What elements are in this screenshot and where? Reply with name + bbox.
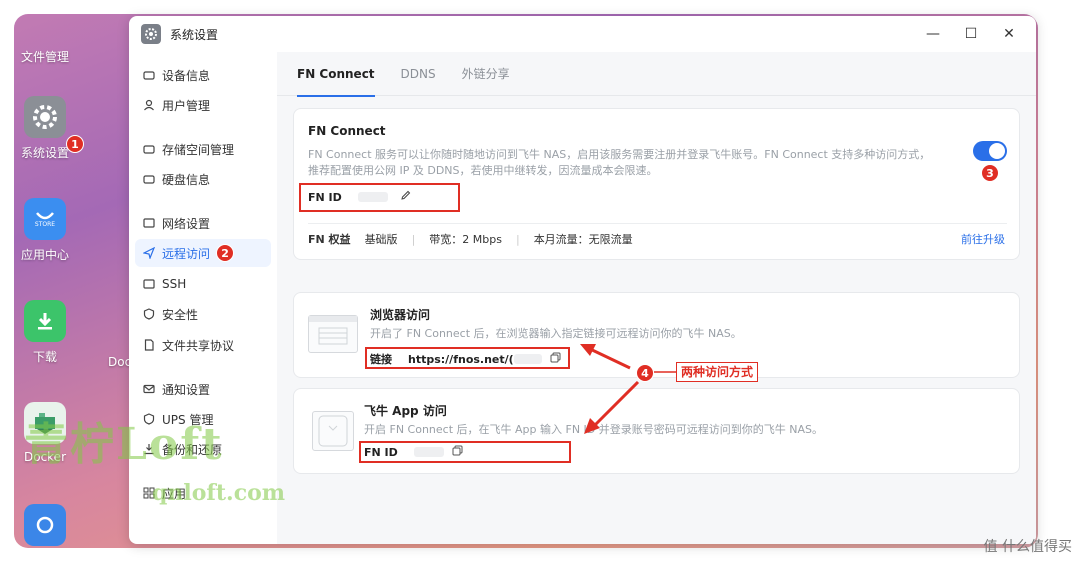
annotation-badge-1: 1 bbox=[66, 135, 84, 153]
harddrive-icon bbox=[143, 69, 155, 81]
window-title: 系统设置 bbox=[170, 27, 219, 42]
sidebar-item-remote-access[interactable]: 远程访问 2 bbox=[135, 239, 271, 267]
app-access-desc: 开启 FN Connect 后，在飞牛 App 输入 FN ID 并登录账号密码… bbox=[364, 423, 824, 436]
desktop-icon-file-manager[interactable]: 文件管理 bbox=[14, 48, 76, 65]
copy-icon[interactable] bbox=[550, 352, 561, 366]
browser-access-title: 浏览器访问 bbox=[370, 308, 431, 322]
link-value[interactable]: https://fnos.net/( bbox=[408, 353, 514, 366]
edit-icon[interactable] bbox=[400, 190, 411, 204]
watermark-small: qnloft.com bbox=[152, 480, 286, 506]
fn-rights-label: FN 权益 bbox=[308, 233, 351, 246]
store-icon: STORE bbox=[24, 198, 66, 240]
watermark-large: 青柠Loft bbox=[24, 419, 224, 470]
fn-connect-description: FN Connect 服务可以让你随时随地访问到飞牛 NAS，启用该服务需要注册… bbox=[308, 147, 968, 179]
tab-bar: FN Connect DDNS 外链分享 bbox=[277, 52, 1036, 97]
desktop-icon-app-center[interactable]: STORE 应用中心 bbox=[14, 198, 76, 263]
annotation-badge-4: 4 bbox=[636, 364, 654, 382]
link-label: 链接 bbox=[370, 353, 392, 366]
sidebar-item-storage[interactable]: 存储空间管理 bbox=[135, 135, 271, 163]
browser-access-card: 浏览器访问 开启了 FN Connect 后，在浏览器输入指定链接可远程访问你的… bbox=[293, 292, 1020, 378]
watermark: 青柠Loft qnloft.com bbox=[24, 408, 285, 506]
annotation-badge-2: 2 bbox=[216, 244, 235, 262]
desktop-icon-label: 应用中心 bbox=[20, 248, 69, 262]
app-fn-id-label: FN ID bbox=[364, 445, 398, 459]
app-fn-id-row: FN ID bbox=[364, 445, 463, 459]
browser-link-row: 链接 https://fnos.net/( bbox=[370, 351, 561, 367]
sidebar-item-label: 安全性 bbox=[162, 307, 199, 322]
sidebar-item-notification[interactable]: 通知设置 bbox=[135, 375, 271, 403]
store-sublabel: STORE bbox=[34, 220, 56, 228]
sidebar-item-label: 通知设置 bbox=[162, 382, 211, 397]
sidebar-item-label: 存储空间管理 bbox=[162, 142, 235, 157]
fn-id-value-redacted bbox=[357, 192, 388, 202]
fn-traffic: 本月流量：无限流量 bbox=[533, 233, 633, 246]
maximize-button[interactable]: ☐ bbox=[952, 22, 990, 46]
tab-ddns[interactable]: DDNS bbox=[401, 52, 436, 96]
gear-icon bbox=[24, 96, 66, 138]
desktop-icon-label-fragment: Doc bbox=[108, 355, 132, 369]
sidebar-item-ssh[interactable]: SSH bbox=[135, 270, 271, 298]
shield-icon bbox=[143, 308, 155, 320]
user-icon bbox=[143, 99, 155, 111]
sidebar-item-label: 硬盘信息 bbox=[162, 172, 211, 187]
document-icon bbox=[143, 339, 155, 351]
app-access-card: 飞牛 App 访问 开启 FN Connect 后，在飞牛 App 输入 FN … bbox=[293, 388, 1020, 474]
sidebar-item-label: SSH bbox=[162, 277, 187, 291]
desktop-icon-label: 下载 bbox=[32, 350, 57, 364]
desktop-icon-label: 文件管理 bbox=[20, 50, 69, 64]
divider bbox=[308, 223, 1007, 224]
tab-external-share[interactable]: 外链分享 bbox=[462, 52, 510, 96]
fn-connect-card: FN Connect FN Connect 服务可以让你随时随地访问到飞牛 NA… bbox=[293, 108, 1020, 260]
browser-access-desc: 开启了 FN Connect 后，在浏览器输入指定链接可远程访问你的飞牛 NAS… bbox=[370, 327, 742, 340]
upgrade-link[interactable]: 前往升级 bbox=[961, 231, 1005, 247]
settings-app-icon bbox=[141, 24, 161, 44]
annotation-badge-3: 3 bbox=[981, 164, 999, 182]
close-button[interactable]: ✕ bbox=[990, 22, 1028, 46]
sidebar-item-network[interactable]: 网络设置 bbox=[135, 209, 271, 237]
sidebar-item-file-sharing[interactable]: 文件共享协议 bbox=[135, 331, 271, 359]
link-value-redacted bbox=[513, 354, 542, 364]
fn-connect-desc-line1: FN Connect 服务可以让你随时随地访问到飞牛 NAS，启用该服务需要注册… bbox=[308, 148, 931, 161]
app-access-title: 飞牛 App 访问 bbox=[364, 404, 447, 418]
desktop-icon-download[interactable]: 下载 bbox=[14, 300, 76, 365]
tab-fn-connect[interactable]: FN Connect bbox=[297, 52, 375, 97]
desktop-icon-settings[interactable]: 系统设置 bbox=[14, 96, 76, 161]
sidebar-item-label: 设备信息 bbox=[162, 68, 211, 83]
network-icon bbox=[143, 217, 155, 229]
fn-rights-plan: 基础版 bbox=[364, 233, 398, 246]
minimize-button[interactable]: — bbox=[914, 22, 952, 46]
phone-thumbnail-icon bbox=[312, 411, 354, 451]
disk-icon bbox=[143, 173, 155, 185]
sidebar-item-security[interactable]: 安全性 bbox=[135, 300, 271, 328]
sidebar-item-label: 用户管理 bbox=[162, 98, 211, 113]
fn-connect-title: FN Connect bbox=[308, 124, 386, 138]
fn-id-row: FN ID bbox=[308, 190, 411, 204]
terminal-icon bbox=[143, 278, 155, 290]
browser-thumbnail-icon bbox=[308, 315, 358, 353]
send-icon bbox=[143, 247, 155, 259]
fn-id-label: FN ID bbox=[308, 190, 342, 204]
sidebar-item-disk-info[interactable]: 硬盘信息 bbox=[135, 165, 271, 193]
sidebar-item-label: 网络设置 bbox=[162, 216, 211, 231]
app-fn-id-redacted bbox=[413, 447, 444, 457]
titlebar[interactable]: 系统设置 — ☐ ✕ bbox=[129, 16, 1036, 52]
sidebar-item-user-management[interactable]: 用户管理 bbox=[135, 91, 271, 119]
sidebar-item-device-info[interactable]: 设备信息 bbox=[135, 61, 271, 89]
site-watermark: 值 什么值得买 bbox=[983, 539, 1072, 555]
fn-rights-row: FN 权益 基础版 | 带宽：2 Mbps | 本月流量：无限流量 bbox=[308, 232, 633, 247]
annotation-label: 两种访问方式 bbox=[676, 362, 759, 382]
fn-bandwidth: 带宽：2 Mbps bbox=[429, 233, 502, 246]
sidebar-item-label: 文件共享协议 bbox=[162, 338, 235, 353]
sidebar-item-label: 远程访问 bbox=[162, 246, 211, 261]
settings-window: 系统设置 — ☐ ✕ 设备信息 用户管理 存储空间管理 硬盘信息 网络设置 远程… bbox=[129, 16, 1036, 544]
sync-icon bbox=[24, 504, 66, 546]
fn-connect-toggle[interactable] bbox=[973, 141, 1007, 161]
desktop-icon-sync[interactable] bbox=[14, 504, 76, 548]
storage-icon bbox=[143, 143, 155, 155]
fn-connect-desc-line2: 推荐配置使用公网 IP 及 DDNS，若使用中继转发，因流量成本会限速。 bbox=[308, 164, 658, 177]
mail-icon bbox=[143, 383, 155, 395]
content-area: FN Connect DDNS 外链分享 FN Connect FN Conne… bbox=[277, 52, 1036, 544]
copy-icon[interactable] bbox=[452, 445, 463, 459]
download-icon bbox=[24, 300, 66, 342]
